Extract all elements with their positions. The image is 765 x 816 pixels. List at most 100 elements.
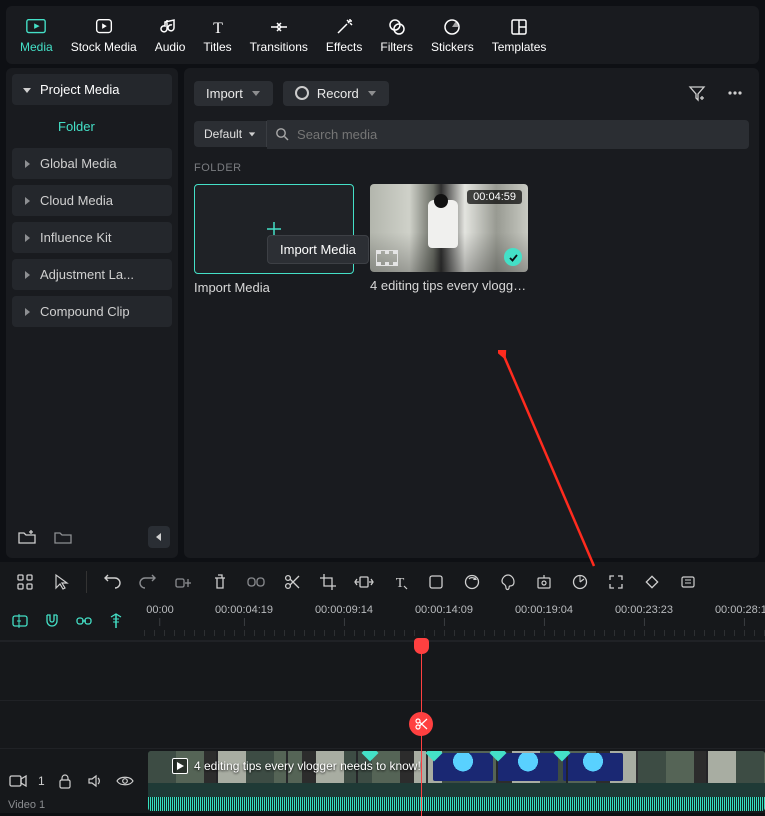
chevron-right-icon: [22, 196, 32, 206]
playhead-cut-icon[interactable]: [409, 712, 433, 736]
auto-ripple-icon[interactable]: [8, 609, 32, 633]
ruler-tick: 00:00:28:18: [715, 604, 765, 626]
nav-effects[interactable]: Effects: [318, 13, 370, 58]
sidebar-folder[interactable]: Folder: [12, 111, 172, 142]
fit-clip-icon[interactable]: [347, 566, 381, 598]
speed-ramp-icon[interactable]: [563, 566, 597, 598]
timeline[interactable]: 00:0000:00:04:1900:00:09:1400:00:14:0900…: [0, 602, 765, 816]
track-label: Video 1: [8, 799, 45, 811]
playhead[interactable]: [421, 640, 422, 816]
effects-icon: [333, 17, 355, 37]
sort-label: Default: [204, 127, 242, 141]
mute-track-icon[interactable]: [85, 771, 105, 791]
delete-icon[interactable]: [203, 566, 237, 598]
frame-hold-icon[interactable]: [419, 566, 453, 598]
lock-track-icon[interactable]: [55, 771, 75, 791]
link-all-icon[interactable]: [72, 609, 96, 633]
nav-label: Templates: [492, 40, 547, 54]
sidebar-cloud-media[interactable]: Cloud Media: [12, 185, 172, 216]
new-folder-icon[interactable]: [50, 524, 76, 550]
timeline-clip[interactable]: 4 editing tips every vlogger needs to kn…: [148, 751, 765, 811]
ruler-tick: 00:00:23:23: [615, 604, 673, 626]
record-button[interactable]: Record: [283, 81, 389, 106]
chevron-right-icon: [22, 307, 32, 317]
sidebar-project-media[interactable]: Project Media: [12, 74, 172, 105]
sidebar-compound-clip[interactable]: Compound Clip: [12, 296, 172, 327]
marker-view-icon[interactable]: [104, 609, 128, 633]
search-media-input[interactable]: [267, 120, 749, 149]
chevron-down-icon: [248, 130, 256, 138]
import-button[interactable]: Import: [194, 81, 273, 106]
magnet-icon[interactable]: [40, 609, 64, 633]
redo-icon[interactable]: [131, 566, 165, 598]
nav-stickers[interactable]: Stickers: [423, 13, 482, 58]
split-icon[interactable]: [275, 566, 309, 598]
clip-title: 4 editing tips every vlogger needs to kn…: [194, 759, 421, 773]
clip-waveform: [148, 797, 765, 811]
new-folder-plus-icon[interactable]: [14, 524, 40, 550]
import-media-tile[interactable]: Import Media Import Media: [194, 184, 352, 295]
nav-filters[interactable]: Filters: [372, 13, 421, 58]
nav-media[interactable]: Media: [12, 13, 61, 58]
nav-titles[interactable]: T Titles: [195, 13, 239, 58]
titles-icon: T: [207, 17, 229, 37]
nav-audio[interactable]: Audio: [147, 13, 194, 58]
stock-media-icon: [93, 17, 115, 37]
nav-label: Effects: [326, 40, 362, 54]
expand-icon[interactable]: [599, 566, 633, 598]
text-tool-icon[interactable]: T: [383, 566, 417, 598]
chevron-down-icon: [251, 88, 261, 98]
chroma-key-icon[interactable]: [527, 566, 561, 598]
speed-reverse-icon[interactable]: [455, 566, 489, 598]
marker-add-icon[interactable]: [167, 566, 201, 598]
transitions-icon: [268, 17, 290, 37]
settings-more-icon[interactable]: [671, 566, 705, 598]
search-icon: [275, 127, 289, 141]
collapse-sidebar-button[interactable]: [148, 526, 170, 548]
sidebar-adjustment-layer[interactable]: Adjustment La...: [12, 259, 172, 290]
record-label: Record: [317, 86, 359, 101]
grid-view-icon[interactable]: [8, 566, 42, 598]
ruler-tick: 00:00: [146, 604, 174, 626]
checkmark-icon: [504, 248, 522, 266]
keyframe-icon[interactable]: [635, 566, 669, 598]
sidebar-global-media[interactable]: Global Media: [12, 148, 172, 179]
nav-transitions[interactable]: Transitions: [242, 13, 316, 58]
link-toggle-icon[interactable]: [239, 566, 273, 598]
ruler-left: [0, 602, 144, 640]
sidebar: Project Media Folder Global Media Cloud …: [6, 68, 178, 558]
annotation-arrow: [498, 350, 598, 570]
media-clip-tile[interactable]: 00:04:59 4 editing tips every vlogger ..…: [370, 184, 528, 295]
crop-icon[interactable]: [311, 566, 345, 598]
svg-text:T: T: [213, 20, 223, 37]
sort-select[interactable]: Default: [194, 121, 267, 147]
nav-stock-media[interactable]: Stock Media: [63, 13, 145, 58]
timeline-toolbar: T: [0, 562, 765, 602]
more-options-icon[interactable]: [721, 79, 749, 107]
sidebar-influence-kit[interactable]: Influence Kit: [12, 222, 172, 253]
top-nav: Media Stock Media Audio T Titles Transit…: [6, 6, 759, 64]
video-track-1[interactable]: 1 Video 1: [0, 748, 765, 812]
playhead-grip-icon[interactable]: [414, 638, 429, 654]
sidebar-label: Compound Clip: [40, 304, 130, 319]
color-picker-icon[interactable]: [491, 566, 525, 598]
cursor-tool-icon[interactable]: [44, 566, 78, 598]
nav-label: Transitions: [250, 40, 308, 54]
visibility-track-icon[interactable]: [115, 771, 135, 791]
media-content: Import Record Default: [184, 68, 759, 558]
nav-label: Filters: [380, 40, 413, 54]
sidebar-label: Project Media: [40, 82, 119, 97]
sidebar-sub-label: Folder: [58, 119, 95, 134]
sidebar-label: Adjustment La...: [40, 267, 134, 282]
ruler-tick: 00:00:14:09: [415, 604, 473, 626]
nav-label: Titles: [203, 40, 231, 54]
camera-track-icon[interactable]: [8, 771, 28, 791]
nav-label: Stock Media: [71, 40, 137, 54]
filter-icon[interactable]: [683, 79, 711, 107]
media-icon: [25, 17, 47, 37]
nav-templates[interactable]: Templates: [484, 13, 555, 58]
time-ruler[interactable]: 00:0000:00:04:1900:00:09:1400:00:14:0900…: [144, 602, 765, 640]
clip-tile-label: 4 editing tips every vlogger ...: [370, 278, 528, 293]
audio-icon: [159, 17, 181, 37]
undo-icon[interactable]: [95, 566, 129, 598]
